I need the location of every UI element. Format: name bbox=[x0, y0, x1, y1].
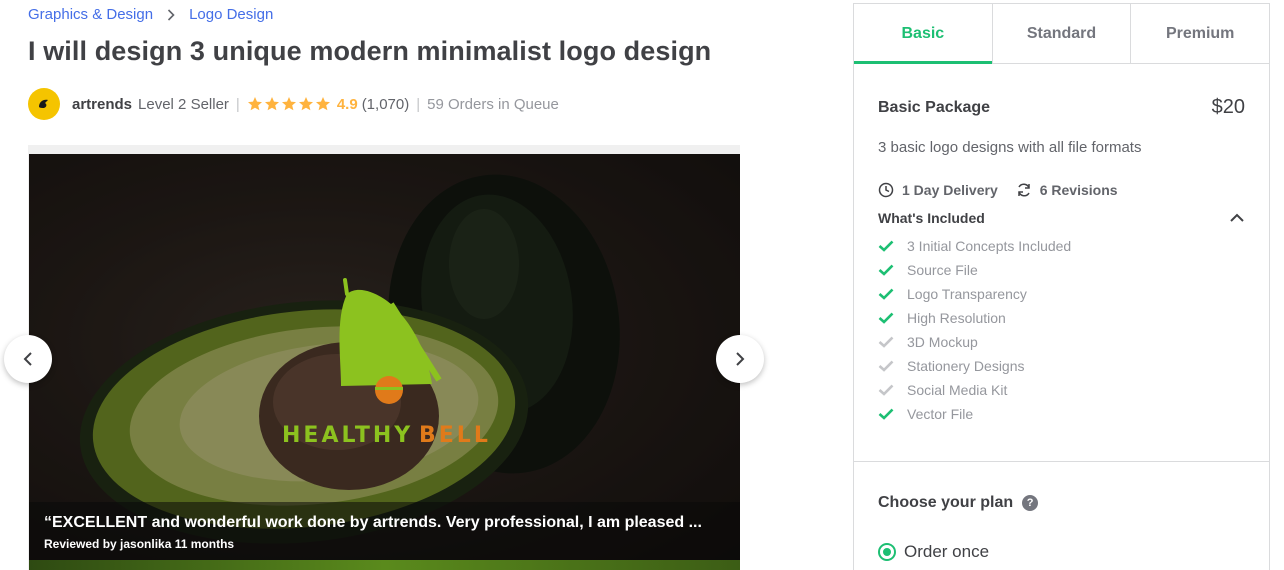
check-icon bbox=[878, 384, 894, 396]
feature-label: Stationery Designs bbox=[907, 358, 1025, 374]
package-description: 3 basic logo designs with all file forma… bbox=[878, 139, 1142, 156]
chevron-right-icon bbox=[736, 352, 745, 366]
star-icon bbox=[315, 97, 330, 111]
gallery-prev-button[interactable] bbox=[4, 335, 52, 383]
tab-standard[interactable]: Standard bbox=[993, 4, 1132, 63]
whats-included-toggle[interactable]: What's Included bbox=[878, 210, 1245, 226]
feature-label: 3 Initial Concepts Included bbox=[907, 238, 1072, 254]
check-icon bbox=[878, 240, 894, 252]
check-icon bbox=[878, 360, 894, 372]
package-content: Basic Package $20 3 basic logo designs w… bbox=[854, 96, 1269, 426]
star-icon bbox=[247, 97, 262, 111]
feature-label: High Resolution bbox=[907, 310, 1006, 326]
package-panel: Basic Standard Premium Basic Package $20… bbox=[853, 3, 1270, 570]
star-icon bbox=[264, 97, 279, 111]
review-author: Reviewed by jasonlika 11 months bbox=[44, 537, 235, 551]
breadcrumb: Graphics & Design Logo Design bbox=[28, 6, 273, 23]
seller-overview: artrends Level 2 Seller | 4.9 (1,070) | … bbox=[28, 88, 559, 120]
choose-plan-heading: Choose your plan ? bbox=[878, 494, 1039, 512]
logo-text-healthy: HEALTHY bbox=[282, 423, 413, 448]
order-once-option[interactable]: Order once bbox=[878, 542, 989, 562]
tab-premium[interactable]: Premium bbox=[1131, 4, 1269, 63]
revisions-count: 6 Revisions bbox=[1039, 182, 1118, 198]
order-once-radio[interactable] bbox=[878, 543, 896, 561]
whats-included-label: What's Included bbox=[878, 210, 985, 226]
orders-in-queue: 59 Orders in Queue bbox=[427, 95, 559, 113]
avatar[interactable] bbox=[28, 88, 60, 120]
feature-label: Vector File bbox=[907, 406, 974, 422]
feature-item: Logo Transparency bbox=[878, 282, 1245, 306]
feature-item: Source File bbox=[878, 258, 1245, 282]
check-icon bbox=[878, 312, 894, 324]
review-overlay: “EXCELLENT and wonderful work done by ar… bbox=[29, 502, 740, 560]
seller-name-link[interactable]: artrends bbox=[72, 96, 132, 113]
delivery-info: 1 Day Delivery 6 Revisions bbox=[878, 182, 1245, 198]
divider: | bbox=[416, 95, 421, 113]
breadcrumb-link-graphics-design[interactable]: Graphics & Design bbox=[28, 6, 153, 23]
page-title: I will design 3 unique modern minimalist… bbox=[28, 36, 712, 66]
package-tabs: Basic Standard Premium bbox=[854, 4, 1269, 64]
chevron-up-icon bbox=[1230, 213, 1244, 222]
feature-item: 3 Initial Concepts Included bbox=[878, 234, 1245, 258]
tab-basic[interactable]: Basic bbox=[854, 4, 993, 64]
gallery-next-button[interactable] bbox=[716, 335, 764, 383]
breadcrumb-link-logo-design[interactable]: Logo Design bbox=[189, 6, 273, 23]
logo-text-bell: BELL bbox=[419, 423, 491, 448]
feature-list: 3 Initial Concepts Included Source File Lo… bbox=[878, 234, 1245, 426]
gig-gallery: HEALTHY BELL “EXCELLENT and wonderful wo… bbox=[28, 145, 740, 570]
check-icon bbox=[878, 408, 894, 420]
help-icon[interactable]: ? bbox=[1022, 495, 1039, 511]
gallery-slide[interactable]: HEALTHY BELL “EXCELLENT and wonderful wo… bbox=[29, 154, 740, 570]
divider: | bbox=[235, 95, 240, 113]
chevron-left-icon bbox=[23, 352, 32, 366]
check-icon bbox=[878, 264, 894, 276]
feature-item: High Resolution bbox=[878, 306, 1245, 330]
feature-label: Source File bbox=[907, 262, 978, 278]
order-once-label: Order once bbox=[904, 542, 990, 561]
feature-item: 3D Mockup bbox=[878, 330, 1245, 354]
star-icon bbox=[298, 97, 313, 111]
check-icon bbox=[878, 288, 894, 300]
refresh-icon bbox=[1017, 183, 1030, 197]
feature-item: Stationery Designs bbox=[878, 354, 1245, 378]
feature-item: Vector File bbox=[878, 402, 1245, 426]
package-name: Basic Package bbox=[878, 98, 991, 116]
rating-score: 4.9 bbox=[336, 95, 358, 113]
feature-item: Social Media Kit bbox=[878, 378, 1245, 402]
rating-stars bbox=[247, 96, 331, 112]
slide-bottom-strip bbox=[29, 560, 740, 570]
divider bbox=[854, 461, 1269, 462]
seller-level: Level 2 Seller bbox=[138, 95, 229, 113]
delivery-time: 1 Day Delivery bbox=[902, 182, 998, 198]
choose-plan-title: Choose your plan bbox=[878, 494, 1014, 511]
feature-label: 3D Mockup bbox=[907, 334, 978, 350]
feature-label: Social Media Kit bbox=[907, 382, 1008, 398]
feature-label: Logo Transparency bbox=[907, 286, 1027, 302]
star-icon bbox=[281, 97, 296, 111]
rating-count-link[interactable]: (1,070) bbox=[362, 96, 410, 113]
check-icon bbox=[878, 336, 894, 348]
package-price: $20 bbox=[1211, 96, 1245, 118]
chevron-right-icon bbox=[167, 8, 175, 21]
clock-icon bbox=[878, 182, 894, 198]
review-text: “EXCELLENT and wonderful work done by ar… bbox=[44, 514, 702, 531]
